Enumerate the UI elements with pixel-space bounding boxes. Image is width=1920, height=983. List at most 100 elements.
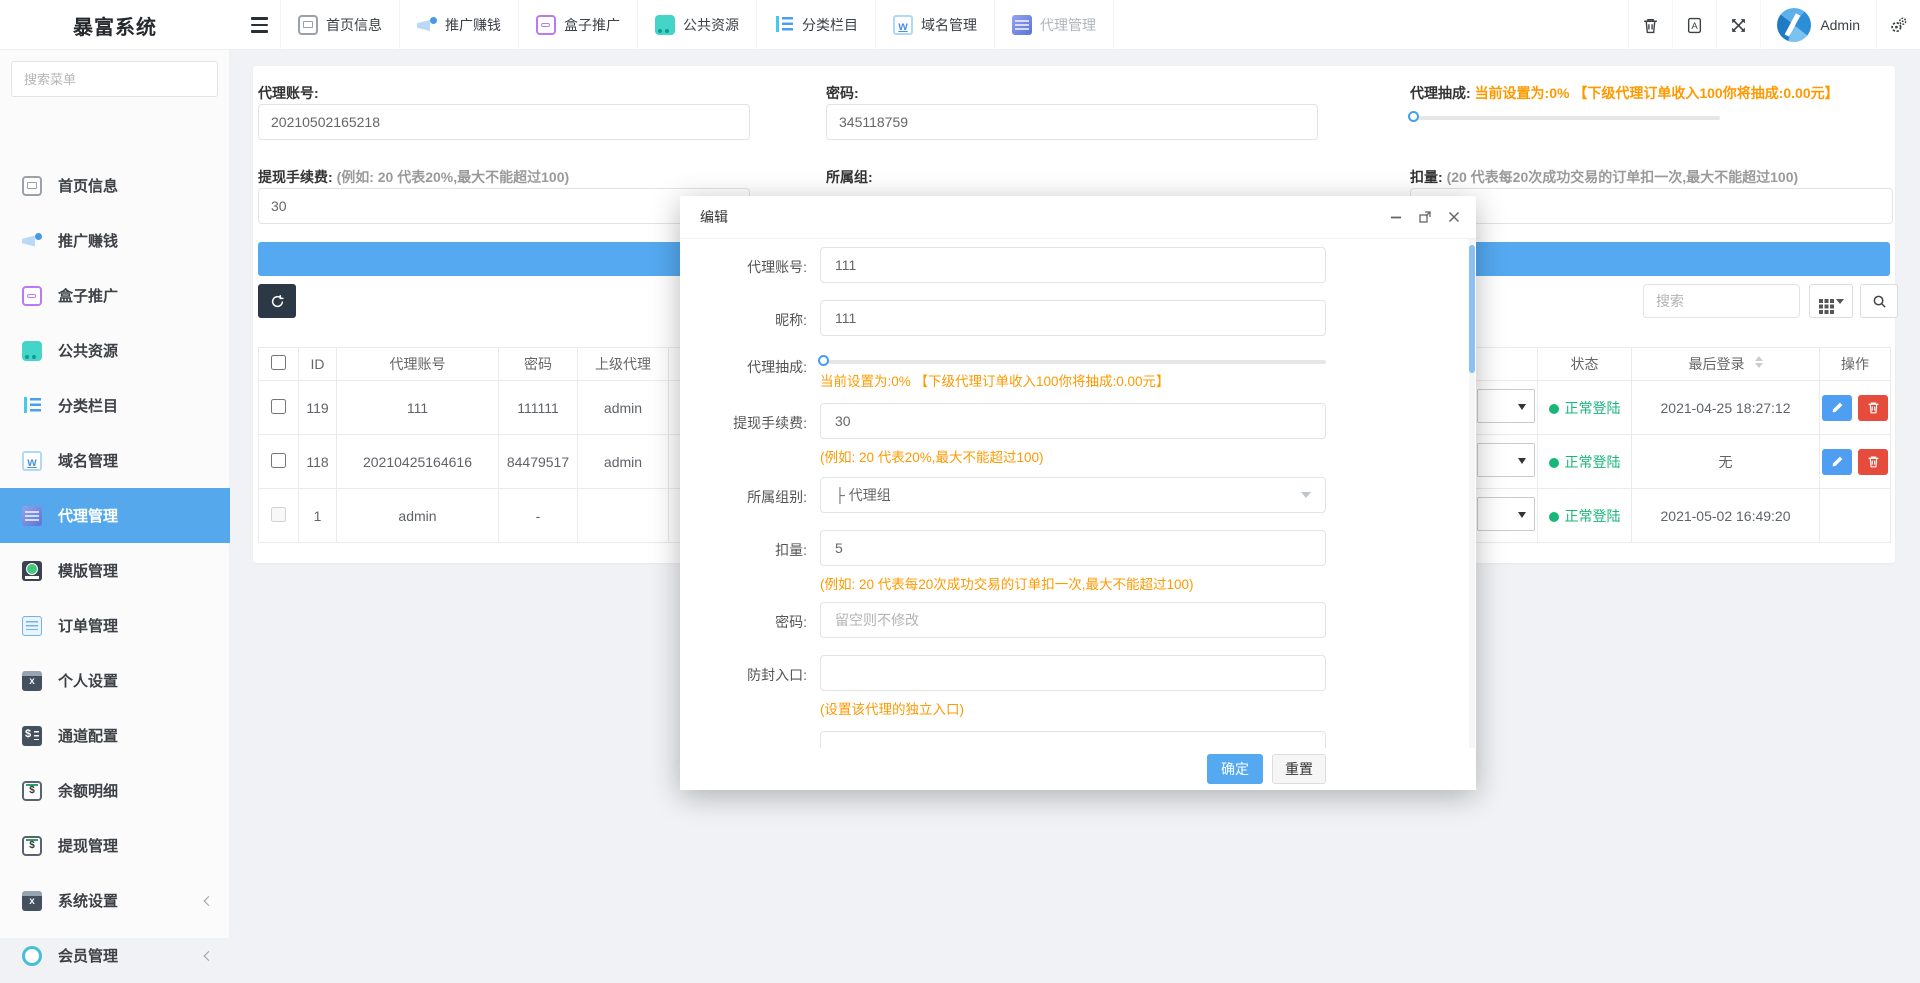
slider-handle[interactable] [1408, 111, 1419, 122]
sidebar-item-public-resource[interactable]: 公共资源 [0, 323, 230, 378]
row-checkbox-disabled [271, 507, 286, 522]
brand-title: 暴富系统 [0, 0, 230, 50]
sidebar-item-personal[interactable]: 个人设置 [0, 653, 230, 708]
sidebar-item-order[interactable]: 订单管理 [0, 598, 230, 653]
tab-home-info[interactable]: 首页信息 [280, 0, 400, 50]
tab-box-promote[interactable]: 盒子推广 [519, 0, 638, 50]
modal-entry-input[interactable] [820, 655, 1326, 691]
tab-category[interactable]: 分类栏目 [757, 0, 876, 50]
col-id: ID [299, 348, 337, 381]
sidebar-item-system[interactable]: 系统设置 [0, 873, 230, 928]
cell-parent: admin [578, 435, 669, 489]
delete-button[interactable] [1858, 449, 1888, 475]
reset-button[interactable]: 重置 [1272, 754, 1326, 784]
balance-icon [22, 781, 42, 801]
user-menu[interactable]: Admin [1760, 0, 1876, 50]
settings-button[interactable] [1876, 0, 1920, 50]
modal-deduct-label: 扣量: [700, 540, 807, 560]
menu-toggle-button[interactable] [238, 0, 280, 50]
modal-commission-slider[interactable] [820, 354, 1326, 370]
modal-password-input[interactable] [820, 602, 1326, 638]
close-button[interactable] [1446, 209, 1462, 225]
col-last-login[interactable]: 最后登录 [1632, 348, 1820, 381]
deduct-hint: (20 代表每20次成功交易的订单扣一次,最大不能超过100) [1447, 169, 1799, 185]
modal-scrollbar[interactable] [1469, 239, 1475, 748]
domain-icon [22, 451, 42, 471]
promote-icon [417, 15, 437, 35]
tab-domain[interactable]: 域名管理 [876, 0, 995, 50]
sidebar-item-category[interactable]: 分类栏目 [0, 378, 230, 433]
clear-cache-button[interactable] [1628, 0, 1672, 50]
cell-actions [1820, 489, 1891, 543]
maximize-button[interactable] [1417, 209, 1433, 225]
select-all-checkbox[interactable] [271, 355, 286, 370]
scrollbar-thumb[interactable] [1469, 245, 1475, 373]
status-dot [1549, 404, 1559, 414]
cell-last-login: 2021-05-02 16:49:20 [1632, 489, 1820, 543]
header-checkbox-cell [259, 348, 299, 381]
minimize-button[interactable] [1388, 209, 1404, 225]
sidebar-item-channel[interactable]: 通道配置 [0, 708, 230, 763]
sidebar-item-template[interactable]: 模版管理 [0, 543, 230, 598]
row-group-select[interactable] [1477, 443, 1535, 477]
sort-icon[interactable] [1755, 356, 1763, 368]
deduct-input[interactable] [1410, 188, 1893, 224]
sidebar-item-balance[interactable]: 余额明细 [0, 763, 230, 818]
header-actions: A Admin [1628, 0, 1920, 50]
fee-input[interactable] [258, 188, 750, 224]
edit-button[interactable] [1822, 449, 1852, 475]
tab-agent-manage[interactable]: 代理管理 [995, 0, 1114, 50]
slider-handle[interactable] [818, 355, 829, 366]
group-label: 所属组: [826, 167, 873, 187]
fee-hint: (例如: 20 代表20%,最大不能超过100) [337, 169, 570, 185]
agent-account-input[interactable] [258, 104, 750, 140]
channel-config-icon [22, 726, 42, 746]
refresh-button[interactable] [258, 284, 296, 318]
col-actions: 操作 [1820, 348, 1891, 381]
system-settings-icon [22, 891, 42, 911]
modal-account-input[interactable] [820, 247, 1326, 283]
confirm-button[interactable]: 确定 [1207, 754, 1263, 784]
table-search-input[interactable] [1643, 284, 1800, 318]
sidebar-item-box-promote[interactable]: 盒子推广 [0, 268, 230, 323]
cell-actions [1820, 381, 1891, 435]
delete-button[interactable] [1858, 395, 1888, 421]
trash-icon [1867, 401, 1880, 414]
trash-icon [1867, 455, 1880, 468]
sidebar-item-home-info[interactable]: 首页信息 [0, 158, 230, 213]
sidebar-item-domain[interactable]: 域名管理 [0, 433, 230, 488]
sidebar-item-agent-manage[interactable]: 代理管理 [0, 488, 230, 543]
modal-extra-input-partial[interactable] [820, 731, 1326, 748]
tab-public-resource[interactable]: 公共资源 [638, 0, 757, 50]
row-checkbox[interactable] [271, 453, 286, 468]
modal-fee-input[interactable] [820, 403, 1326, 439]
password-input[interactable] [826, 104, 1318, 140]
row-checkbox[interactable] [271, 399, 286, 414]
deduct-label: 扣量: (20 代表每20次成功交易的订单扣一次,最大不能超过100) [1410, 167, 1798, 187]
columns-toggle-button[interactable] [1809, 284, 1853, 318]
commission-slider[interactable] [1410, 110, 1720, 126]
language-button[interactable]: A [1672, 0, 1716, 50]
col-group-select [1475, 348, 1538, 381]
cell-id: 118 [299, 435, 337, 489]
modal-commission-hint: 当前设置为:0% 【下级代理订单收入100你将抽成:0.00元】 [820, 370, 1170, 390]
agent-icon [22, 506, 42, 526]
home-info-icon [298, 15, 318, 35]
row-group-select[interactable] [1477, 497, 1535, 531]
modal-header[interactable]: 编辑 [680, 196, 1476, 239]
box-promote-icon [22, 286, 42, 306]
modal-nickname-input[interactable] [820, 300, 1326, 336]
tab-promote[interactable]: 推广赚钱 [400, 0, 519, 50]
personal-settings-icon [22, 671, 42, 691]
sidebar-search-input[interactable] [12, 72, 208, 87]
sidebar-item-member[interactable]: 会员管理 [0, 928, 230, 983]
translate-doc-icon: A [1686, 17, 1703, 34]
modal-deduct-input[interactable] [820, 530, 1326, 566]
edit-button[interactable] [1822, 395, 1852, 421]
modal-group-select[interactable]: ├ 代理组 [820, 477, 1326, 513]
row-group-select[interactable] [1477, 389, 1535, 423]
sidebar-item-promote[interactable]: 推广赚钱 [0, 213, 230, 268]
fullscreen-button[interactable] [1716, 0, 1760, 50]
table-search-button[interactable] [1860, 284, 1898, 318]
sidebar-item-withdraw[interactable]: 提现管理 [0, 818, 230, 873]
